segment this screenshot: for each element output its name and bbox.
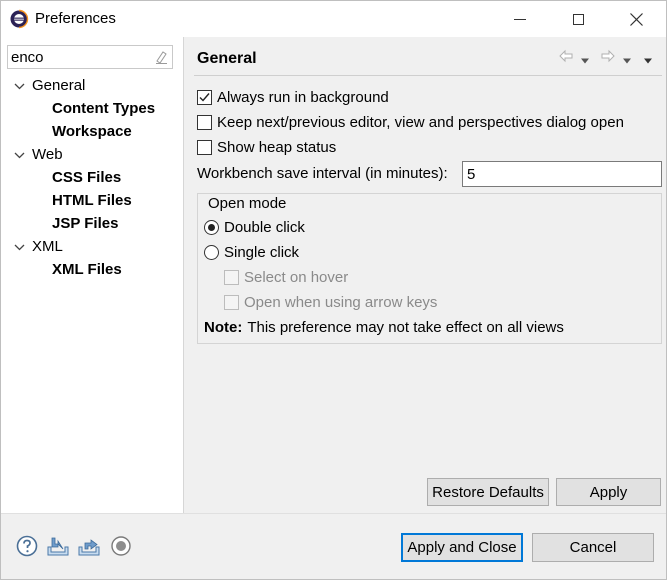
record-icon[interactable]	[109, 534, 133, 558]
tree-label: CSS Files	[52, 169, 122, 186]
restore-defaults-button[interactable]: Restore Defaults	[427, 478, 549, 506]
always-run-background-option[interactable]: Always run in background	[197, 86, 389, 108]
checkbox-label: Select on hover	[244, 268, 349, 286]
preference-tree-pane: General Content Types Workspace Web CSS …	[1, 37, 183, 513]
apply-button[interactable]: Apply	[556, 478, 661, 506]
page-title: General	[197, 50, 257, 67]
checkmark-icon	[199, 92, 210, 102]
help-icon[interactable]	[15, 534, 39, 558]
window-title: Preferences	[35, 10, 116, 27]
group-title: Open mode	[206, 195, 289, 212]
select-on-hover-option: Select on hover	[224, 266, 348, 288]
preferences-window: Preferences General	[0, 0, 667, 580]
chevron-down-icon[interactable]	[13, 75, 25, 97]
clear-filter-icon[interactable]	[153, 49, 169, 65]
tree-item-css-files[interactable]: CSS Files	[1, 167, 183, 189]
note-text: Note: This preference may not take effec…	[204, 316, 564, 338]
note-body: This preference may not take effect on a…	[247, 318, 564, 336]
tree-item-xml-files[interactable]: XML Files	[1, 259, 183, 281]
filter-field[interactable]	[7, 45, 173, 69]
dialog-footer: Apply and Close Cancel	[1, 513, 666, 579]
tree-item-web[interactable]: Web	[1, 144, 183, 166]
open-arrow-keys-checkbox	[224, 294, 239, 310]
maximize-button[interactable]	[549, 1, 607, 37]
minimize-icon	[514, 18, 526, 20]
checkbox-label: Show heap status	[217, 138, 337, 156]
tree-label: Workspace	[52, 123, 132, 140]
apply-and-close-button[interactable]: Apply and Close	[401, 533, 523, 562]
tree-label: XML	[32, 238, 63, 255]
tree-label: Web	[32, 146, 63, 163]
tree-label: Content Types	[52, 100, 156, 117]
checkbox-label: Open when using arrow keys	[244, 293, 438, 311]
tree-item-general[interactable]: General	[1, 75, 183, 97]
double-click-option[interactable]: Double click	[204, 216, 305, 238]
checkbox-label: Keep next/previous editor, view and pers…	[217, 113, 624, 131]
save-interval-label: Workbench save interval (in minutes):	[197, 165, 448, 182]
open-arrow-keys-option: Open when using arrow keys	[224, 291, 437, 313]
open-mode-group: Open mode Double click Single click Sele…	[197, 193, 662, 344]
tree-item-html-files[interactable]: HTML Files	[1, 190, 183, 212]
back-arrow-icon[interactable]	[558, 47, 574, 65]
header-separator	[194, 75, 662, 76]
tree-item-workspace[interactable]: Workspace	[1, 121, 183, 143]
always-run-background-checkbox[interactable]	[197, 89, 212, 105]
tree-item-xml[interactable]: XML	[1, 236, 183, 258]
tree-label: HTML Files	[52, 192, 132, 209]
save-interval-input[interactable]	[462, 161, 662, 187]
cancel-button[interactable]: Cancel	[532, 533, 654, 562]
filter-input[interactable]	[11, 48, 149, 66]
close-icon	[629, 12, 643, 26]
eclipse-icon	[10, 9, 29, 29]
chevron-down-icon[interactable]	[13, 236, 25, 258]
radio-label: Single click	[224, 243, 300, 261]
double-click-radio[interactable]	[204, 219, 219, 235]
chevron-down-icon[interactable]	[13, 144, 25, 166]
radio-label: Double click	[224, 218, 305, 236]
close-button[interactable]	[607, 1, 665, 37]
forward-arrow-icon[interactable]	[600, 47, 616, 65]
title-bar: Preferences	[1, 1, 666, 37]
maximize-icon	[572, 13, 584, 25]
page-header: General	[184, 37, 666, 75]
checkbox-label: Always run in background	[217, 88, 389, 106]
show-heap-checkbox[interactable]	[197, 139, 212, 155]
tree-item-content-types[interactable]: Content Types	[1, 98, 183, 120]
select-on-hover-checkbox	[224, 269, 239, 285]
note-prefix: Note:	[204, 318, 243, 336]
single-click-radio[interactable]	[204, 244, 219, 260]
tree-item-jsp-files[interactable]: JSP Files	[1, 213, 183, 235]
view-menu-icon[interactable]	[643, 52, 653, 70]
forward-dropdown-icon[interactable]	[622, 52, 632, 70]
preference-page: General Always run in background Keep ne…	[184, 37, 666, 513]
import-icon[interactable]	[46, 534, 70, 558]
tree-label: General	[32, 77, 86, 94]
show-heap-option[interactable]: Show heap status	[197, 136, 336, 158]
export-icon[interactable]	[77, 534, 101, 558]
back-dropdown-icon[interactable]	[580, 52, 590, 70]
keep-next-prev-option[interactable]: Keep next/previous editor, view and pers…	[197, 111, 624, 133]
tree-label: XML Files	[52, 261, 122, 278]
single-click-option[interactable]: Single click	[204, 241, 299, 263]
tree-label: JSP Files	[52, 215, 119, 232]
minimize-button[interactable]	[491, 1, 549, 37]
keep-next-prev-checkbox[interactable]	[197, 114, 212, 130]
